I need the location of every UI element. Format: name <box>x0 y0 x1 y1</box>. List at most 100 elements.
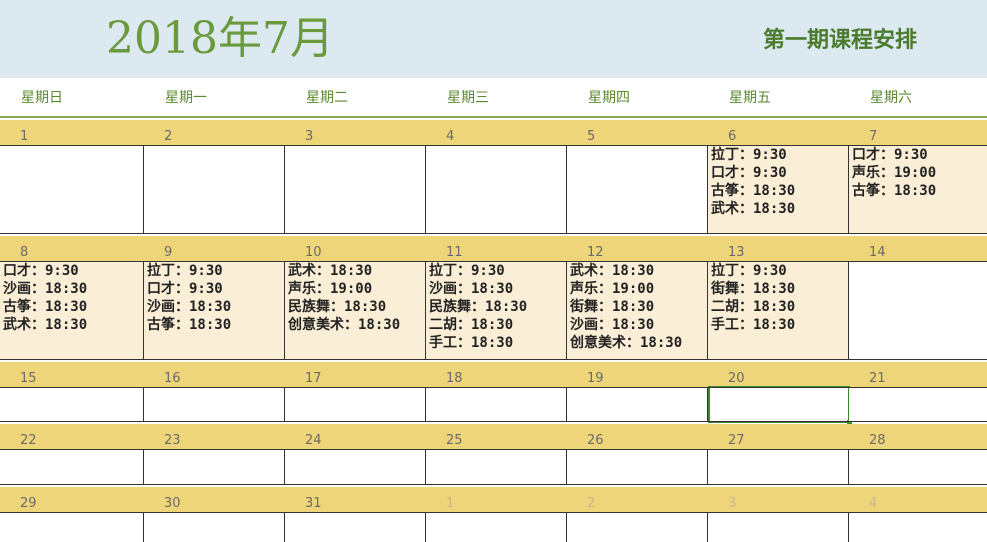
day-cell[interactable] <box>567 449 708 485</box>
row-divider <box>0 421 987 422</box>
day-cell[interactable]: 拉丁：9:30 口才：9:30 古筝：18:30 武术：18:30 <box>708 145 849 234</box>
day-number: 10 <box>305 245 322 260</box>
day-number: 4 <box>446 129 455 144</box>
day-number: 7 <box>869 129 878 144</box>
day-cell[interactable]: 口才：9:30 沙画：18:30 古筝：18:30 武术：18:30 <box>0 261 144 360</box>
event-list: 拉丁：9:30 口才：9:30 沙画：18:30 古筝：18:30 <box>144 261 284 334</box>
day-cell[interactable] <box>849 449 987 485</box>
day-number: 12 <box>587 245 604 260</box>
class-event: 口才：9:30 <box>852 147 928 163</box>
day-cell[interactable] <box>567 145 708 234</box>
day-cell[interactable] <box>144 145 285 234</box>
day-cell[interactable]: 口才：9:30 声乐：19:00 古筝：18:30 <box>849 145 987 234</box>
class-event: 武术：18:30 <box>3 317 88 333</box>
day-cell[interactable] <box>567 387 708 422</box>
day-number: 22 <box>20 433 37 448</box>
day-number: 2 <box>587 496 596 511</box>
week-date-band <box>0 424 987 449</box>
day-number: 1 <box>446 496 455 511</box>
week-date-band <box>0 487 987 512</box>
day-cell[interactable] <box>708 512 849 542</box>
day-number: 3 <box>305 129 314 144</box>
day-cell[interactable]: 武术：18:30 声乐：19:00 民族舞：18:30 创意美术：18:30 <box>285 261 426 360</box>
day-number: 14 <box>869 245 886 260</box>
day-number: 13 <box>728 245 745 260</box>
day-number: 31 <box>305 496 322 511</box>
row-divider <box>0 261 987 262</box>
day-cell[interactable] <box>285 387 426 422</box>
event-list: 武术：18:30 声乐：19:00 民族舞：18:30 创意美术：18:30 <box>285 261 425 334</box>
day-cell[interactable] <box>0 145 144 234</box>
class-event: 古筝：18:30 <box>3 299 88 315</box>
day-cell[interactable] <box>285 512 426 542</box>
row-divider <box>0 233 987 234</box>
week-date-band <box>0 236 987 261</box>
class-event: 拉丁：9:30 <box>429 263 505 279</box>
class-event: 手工：18:30 <box>429 335 514 351</box>
row-divider <box>0 145 987 146</box>
class-event: 沙画：18:30 <box>3 281 88 297</box>
row-divider <box>0 512 987 513</box>
day-number: 18 <box>446 371 463 386</box>
class-event: 武术：18:30 <box>570 263 655 279</box>
selected-cell-outline[interactable] <box>708 386 852 425</box>
class-event: 手工：18:30 <box>711 317 796 333</box>
class-event: 声乐：19:00 <box>570 281 655 297</box>
event-list: 武术：18:30 声乐：19:00 街舞：18:30 沙画：18:30 创意美术：18:… <box>567 261 707 352</box>
day-cell[interactable] <box>144 387 285 422</box>
day-cell[interactable]: 拉丁：9:30 街舞：18:30 二胡：18:30 手工：18:30 <box>708 261 849 360</box>
day-cell[interactable] <box>285 145 426 234</box>
row-divider <box>0 484 987 485</box>
day-cell[interactable] <box>849 387 987 422</box>
week-date-band <box>0 120 987 145</box>
day-cell[interactable] <box>144 512 285 542</box>
class-event: 口才：9:30 <box>711 165 787 181</box>
day-cell[interactable] <box>426 145 567 234</box>
day-number: 4 <box>869 496 878 511</box>
day-number: 5 <box>587 129 596 144</box>
class-event: 古筝：18:30 <box>711 183 796 199</box>
event-list: 口才：9:30 沙画：18:30 古筝：18:30 武术：18:30 <box>0 261 143 334</box>
day-cell[interactable] <box>426 387 567 422</box>
day-cell[interactable] <box>0 387 144 422</box>
class-event: 沙画：18:30 <box>570 317 655 333</box>
day-cell[interactable]: 拉丁：9:30 沙画：18:30 民族舞：18:30 二胡：18:30 手工：18:30 <box>426 261 567 360</box>
day-number: 28 <box>869 433 886 448</box>
row-divider <box>0 359 987 360</box>
class-event: 拉丁：9:30 <box>147 263 223 279</box>
class-event: 口才：9:30 <box>3 263 79 279</box>
day-number: 25 <box>446 433 463 448</box>
class-event: 民族舞：18:30 <box>288 299 387 315</box>
class-event: 古筝：18:30 <box>147 317 232 333</box>
day-cell[interactable] <box>849 512 987 542</box>
day-number: 16 <box>164 371 181 386</box>
day-number: 30 <box>164 496 181 511</box>
day-cell[interactable]: 拉丁：9:30 口才：9:30 沙画：18:30 古筝：18:30 <box>144 261 285 360</box>
day-cell[interactable] <box>708 449 849 485</box>
day-cell[interactable] <box>0 512 144 542</box>
class-event: 街舞：18:30 <box>570 299 655 315</box>
day-cell[interactable] <box>426 449 567 485</box>
day-cell[interactable] <box>144 449 285 485</box>
week-date-band <box>0 362 987 387</box>
day-cell[interactable]: 武术：18:30 声乐：19:00 街舞：18:30 沙画：18:30 创意美术：18:… <box>567 261 708 360</box>
row-divider <box>0 387 987 388</box>
day-number: 20 <box>728 371 745 386</box>
class-event: 拉丁：9:30 <box>711 147 787 163</box>
day-cell[interactable] <box>285 449 426 485</box>
event-list: 拉丁：9:30 口才：9:30 古筝：18:30 武术：18:30 <box>708 145 848 218</box>
event-list: 拉丁：9:30 沙画：18:30 民族舞：18:30 二胡：18:30 手工：18:30 <box>426 261 566 352</box>
day-number: 24 <box>305 433 322 448</box>
day-cell[interactable] <box>567 512 708 542</box>
day-number: 29 <box>20 496 37 511</box>
calendar-grid: 1 2 3 4 5 6 拉丁：9:30 口才：9:30 古筝：18:30 武术：18:30 7 口才：… <box>0 0 987 542</box>
day-cell[interactable] <box>0 449 144 485</box>
class-event: 创意美术：18:30 <box>288 317 401 333</box>
class-event: 古筝：18:30 <box>852 183 937 199</box>
class-event: 创意美术：18:30 <box>570 335 683 351</box>
day-cell[interactable] <box>849 261 987 360</box>
day-number: 19 <box>587 371 604 386</box>
day-cell[interactable] <box>426 512 567 542</box>
event-list: 口才：9:30 声乐：19:00 古筝：18:30 <box>849 145 987 200</box>
event-list: 拉丁：9:30 街舞：18:30 二胡：18:30 手工：18:30 <box>708 261 848 334</box>
